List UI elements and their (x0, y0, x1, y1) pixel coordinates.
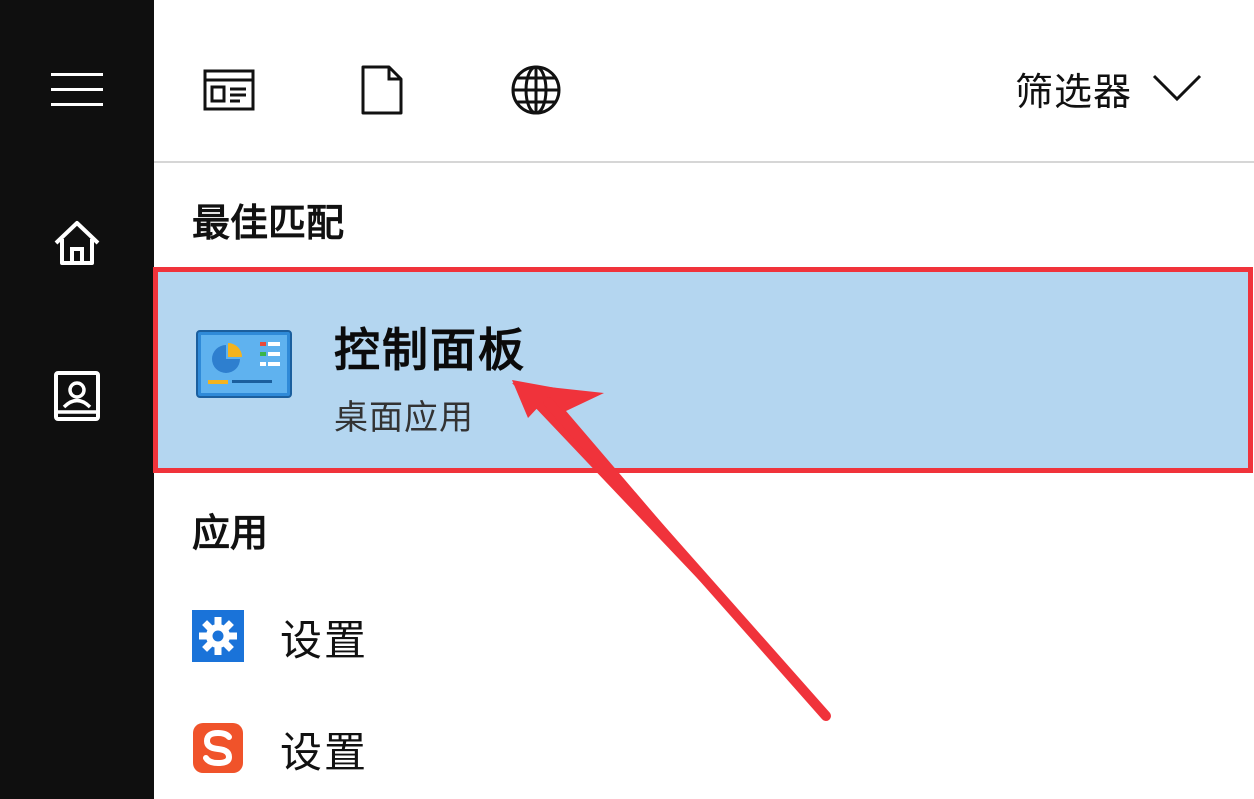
left-rail (0, 0, 154, 799)
document-icon (361, 65, 403, 115)
notebook-button[interactable] (27, 346, 127, 446)
documents-filter-button[interactable] (347, 55, 417, 125)
filter-label: 筛选器 (1014, 69, 1132, 114)
chevron-down-icon (1152, 74, 1202, 102)
web-filter-button[interactable] (501, 55, 571, 125)
notebook-icon (54, 371, 100, 421)
apps-heading: 应用 (192, 511, 269, 555)
home-icon (54, 221, 100, 265)
filter-dropdown[interactable]: 筛选器 (1015, 58, 1202, 118)
control-panel-icon (196, 330, 292, 398)
apps-filter-button[interactable] (194, 55, 264, 125)
app-item-label: 设置 (280, 616, 369, 665)
app-item-settings[interactable]: 设置 (154, 585, 1254, 685)
search-panel: 筛选器 最佳匹配 控制面板 桌面应用 应用 设置 设置 (0, 0, 1254, 799)
web-icon (511, 65, 561, 115)
main-panel: 筛选器 最佳匹配 控制面板 桌面应用 应用 设置 设置 (153, 0, 1254, 799)
menu-button[interactable] (27, 40, 127, 140)
best-match-control-panel[interactable]: 控制面板 桌面应用 (153, 267, 1253, 473)
settings-gear-icon (192, 610, 244, 662)
best-match-subtitle: 桌面应用 (334, 398, 474, 438)
apps-icon (203, 69, 255, 111)
home-button[interactable] (27, 193, 127, 293)
app-item-label: 设置 (280, 728, 369, 777)
best-match-heading: 最佳匹配 (192, 201, 345, 245)
menu-icon (51, 73, 103, 106)
sogou-s-icon (193, 723, 243, 773)
app-item-sogou-settings[interactable]: 设置 (154, 697, 1254, 797)
best-match-title: 控制面板 (334, 323, 526, 377)
toolbar: 筛选器 (154, 0, 1254, 163)
